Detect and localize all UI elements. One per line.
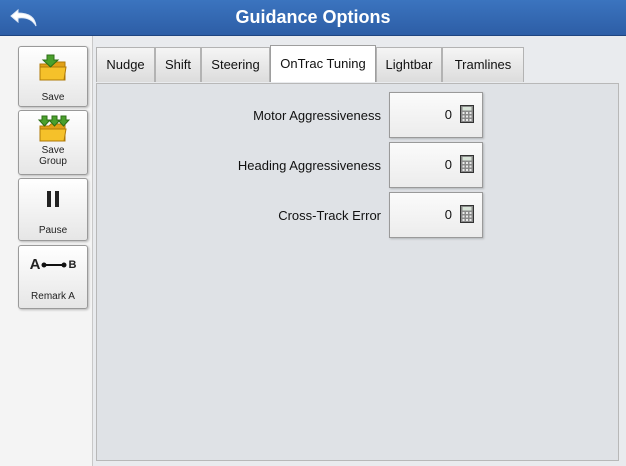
heading-aggressiveness-label: Heading Aggressiveness — [237, 158, 381, 173]
pause-icon — [47, 191, 59, 207]
calculator-icon — [460, 155, 474, 173]
motor-aggressiveness-field[interactable]: 0 — [389, 92, 483, 138]
tab-tramlines[interactable]: Tramlines — [442, 47, 524, 82]
remark-a-button[interactable]: A B Remark A — [18, 245, 88, 309]
tab-ontrac-tuning[interactable]: OnTrac Tuning — [270, 45, 376, 82]
remark-a-label: Remark A — [31, 291, 75, 302]
title-bar: Guidance Options — [0, 0, 626, 36]
heading-aggressiveness-value: 0 — [444, 157, 452, 172]
heading-aggressiveness-field[interactable]: 0 — [389, 142, 483, 188]
tab-steering[interactable]: Steering — [201, 47, 270, 82]
tab-shift[interactable]: Shift — [155, 47, 201, 82]
ab-line-connector-icon — [41, 262, 67, 267]
ab-point-b-label: B — [68, 258, 77, 271]
cross-track-error-field[interactable]: 0 — [389, 192, 483, 238]
save-label: Save — [41, 92, 65, 103]
save-button[interactable]: Save — [18, 46, 88, 107]
calculator-icon — [460, 205, 474, 223]
tab-content-panel: Motor Aggressiveness 0 Heading Aggressiv… — [96, 83, 619, 461]
ab-line-icon: A B — [19, 256, 87, 273]
calculator-icon — [460, 105, 474, 123]
motor-aggressiveness-label: Motor Aggressiveness — [253, 108, 381, 123]
cross-track-error-label: Cross-Track Error — [278, 208, 381, 223]
left-toolbar: Save Save Group Pause A B Remark A — [0, 36, 93, 466]
tab-lightbar[interactable]: Lightbar — [376, 47, 442, 82]
folder-save-icon — [39, 54, 67, 81]
cross-track-error-value: 0 — [444, 207, 452, 222]
save-group-label-line1: Save — [41, 145, 65, 156]
pause-button[interactable]: Pause — [18, 178, 88, 241]
tab-nudge[interactable]: Nudge — [96, 47, 155, 82]
pause-label: Pause — [38, 225, 68, 236]
save-group-label-line2: Group — [39, 156, 67, 167]
page-title: Guidance Options — [235, 7, 391, 27]
ab-point-a-label: A — [29, 256, 41, 273]
motor-aggressiveness-value: 0 — [444, 107, 452, 122]
save-group-button[interactable]: Save Group — [18, 110, 88, 175]
folder-save-group-icon — [37, 115, 70, 142]
